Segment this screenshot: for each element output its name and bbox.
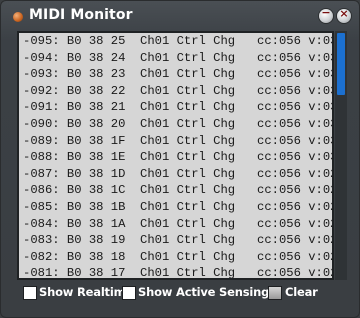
window-title: MIDI Monitor <box>29 7 133 23</box>
log-line: -091: B0 38 21 Ch01 Ctrl Chg cc:056 v:03… <box>23 100 332 115</box>
show-active-sensing-label[interactable]: Show Active Sensing <box>138 285 269 299</box>
minimize-icon: − <box>321 6 331 19</box>
log-line: -093: B0 38 23 Ch01 Ctrl Chg cc:056 v:03… <box>23 67 332 82</box>
log-line: -083: B0 38 19 Ch01 Ctrl Chg cc:056 v:02… <box>23 233 332 248</box>
clear-label[interactable]: Clear <box>285 285 318 299</box>
midi-log[interactable]: -095: B0 38 25 Ch01 Ctrl Chg cc:056 v:03… <box>19 33 332 278</box>
log-line: -089: B0 38 1F Ch01 Ctrl Chg cc:056 v:03… <box>23 133 332 148</box>
log-line: -086: B0 38 1C Ch01 Ctrl Chg cc:056 v:02… <box>23 183 332 198</box>
log-line: -082: B0 38 18 Ch01 Ctrl Chg cc:056 v:02… <box>23 249 332 264</box>
midi-monitor-window: MIDI Monitor − × -095: B0 38 25 Ch01 Ctr… <box>0 0 360 318</box>
clear-button[interactable] <box>268 286 282 300</box>
midi-log-panel[interactable]: -095: B0 38 25 Ch01 Ctrl Chg cc:056 v:03… <box>17 31 334 280</box>
controls-bar: Show Realtime Show Active Sensing Clear <box>1 283 359 309</box>
close-icon: × <box>339 7 349 20</box>
log-line: -092: B0 38 22 Ch01 Ctrl Chg cc:056 v:03… <box>23 83 332 98</box>
log-line: -090: B0 38 20 Ch01 Ctrl Chg cc:056 v:03… <box>23 116 332 131</box>
log-line: -094: B0 38 24 Ch01 Ctrl Chg cc:056 v:03… <box>23 50 332 65</box>
scrollbar-thumb[interactable] <box>337 33 345 95</box>
log-scrollbar[interactable] <box>335 31 347 280</box>
log-line: -084: B0 38 1A Ch01 Ctrl Chg cc:056 v:02… <box>23 216 332 231</box>
title-bar[interactable]: MIDI Monitor − × <box>1 1 359 33</box>
log-line: -085: B0 38 1B Ch01 Ctrl Chg cc:056 v:02… <box>23 199 332 214</box>
minimize-button[interactable]: − <box>319 6 333 23</box>
log-line: -095: B0 38 25 Ch01 Ctrl Chg cc:056 v:03… <box>23 34 332 48</box>
log-line: -088: B0 38 1E Ch01 Ctrl Chg cc:056 v:03… <box>23 150 332 165</box>
show-realtime-checkbox[interactable] <box>23 286 37 300</box>
midi-dot-icon <box>13 12 23 22</box>
close-button[interactable]: × <box>337 7 351 23</box>
show-realtime-label[interactable]: Show Realtime <box>39 285 133 299</box>
show-active-sensing-checkbox[interactable] <box>122 286 136 300</box>
log-line: -087: B0 38 1D Ch01 Ctrl Chg cc:056 v:02… <box>23 166 332 181</box>
log-line: -081: B0 38 17 Ch01 Ctrl Chg cc:056 v:02… <box>23 266 332 278</box>
